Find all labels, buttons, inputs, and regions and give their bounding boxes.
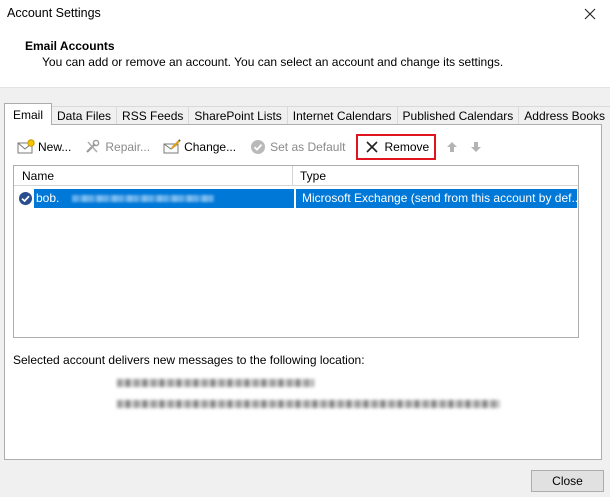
checkmark-circle-icon — [249, 139, 267, 155]
default-account-check-icon — [18, 191, 33, 206]
account-type-cell[interactable]: Microsoft Exchange (send from this accou… — [296, 189, 577, 208]
redacted-email-blur — [72, 195, 214, 202]
window-close-icon[interactable] — [577, 2, 603, 26]
move-down-arrow-icon[interactable] — [468, 139, 484, 155]
tab-sharepoint-lists[interactable]: SharePoint Lists — [188, 106, 288, 125]
move-up-arrow-icon[interactable] — [444, 139, 460, 155]
new-account-button[interactable]: New... — [15, 136, 73, 158]
change-label: Change... — [184, 140, 237, 154]
account-list[interactable]: Name Type bob. Microsoft Exchange (send … — [13, 165, 579, 338]
tab-data-files[interactable]: Data Files — [51, 106, 118, 125]
account-toolbar: New... Repair... Change... Set as Defaul… — [15, 134, 492, 160]
change-account-icon — [163, 139, 181, 155]
change-button[interactable]: Change... — [161, 136, 238, 158]
remove-button[interactable]: Remove — [356, 134, 437, 160]
set-default-button[interactable]: Set as Default — [247, 136, 347, 158]
section-description: You can add or remove an account. You ca… — [42, 55, 504, 69]
header-panel: Email Accounts You can add or remove an … — [0, 30, 610, 88]
window-title: Account Settings — [7, 6, 101, 20]
column-header-name[interactable]: Name — [14, 166, 293, 186]
repair-label: Repair... — [105, 140, 151, 154]
account-list-header: Name Type — [14, 166, 578, 186]
tab-email[interactable]: Email — [4, 103, 53, 125]
new-account-label: New... — [38, 140, 72, 154]
tab-rss-feeds[interactable]: RSS Feeds — [116, 106, 190, 125]
remove-x-icon — [363, 139, 381, 155]
column-header-type[interactable]: Type — [294, 166, 326, 186]
tab-internet-calendars[interactable]: Internet Calendars — [286, 106, 398, 125]
title-bar: Account Settings — [0, 0, 610, 30]
set-default-label: Set as Default — [270, 140, 346, 154]
delivery-location-label: Selected account delivers new messages t… — [13, 353, 365, 367]
redacted-delivery-path-line-2 — [117, 400, 500, 408]
new-email-icon — [17, 139, 35, 155]
redacted-delivery-path-line-1 — [117, 379, 314, 387]
account-name: bob. — [36, 191, 60, 205]
repair-button[interactable]: Repair... — [82, 136, 152, 158]
tab-strip: Email Data Files RSS Feeds SharePoint Li… — [4, 103, 610, 125]
email-tab-panel: New... Repair... Change... Set as Defaul… — [4, 124, 602, 460]
tab-published-calendars[interactable]: Published Calendars — [396, 106, 520, 125]
repair-tools-icon — [84, 139, 102, 155]
section-title: Email Accounts — [25, 39, 115, 53]
account-row[interactable]: bob. Microsoft Exchange (send from this … — [14, 189, 578, 208]
remove-label: Remove — [384, 140, 430, 154]
close-button[interactable]: Close — [531, 470, 604, 492]
tab-address-books[interactable]: Address Books — [518, 106, 610, 125]
